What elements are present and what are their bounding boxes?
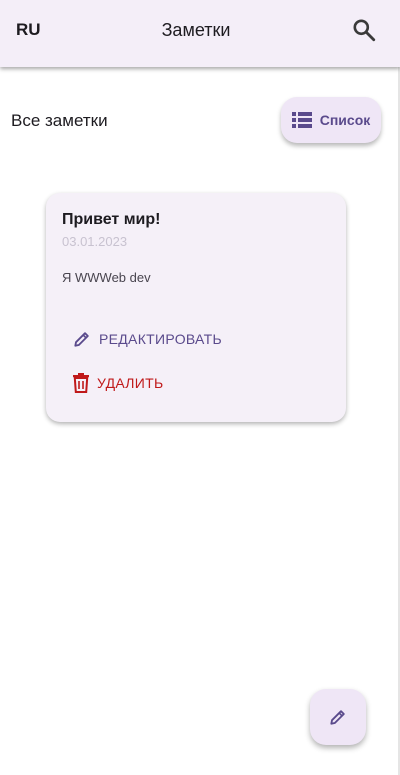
page-title: Заметки	[161, 20, 231, 40]
edit-note-button[interactable]: РЕДАКТИРОВАТЬ	[72, 329, 222, 349]
section-title: Все заметки	[11, 111, 108, 130]
list-icon	[291, 112, 312, 128]
search-button[interactable]	[348, 14, 380, 46]
note-date: 03.01.2023	[62, 234, 128, 249]
app-bar: RU Заметки	[0, 0, 400, 67]
app-screen: RU Заметки Все заметки Список Привет мир…	[0, 0, 400, 775]
note-title: Привет мир!	[62, 211, 161, 228]
delete-note-label: УДАЛИТЬ	[97, 375, 164, 391]
edit-note-label: РЕДАКТИРОВАТЬ	[99, 331, 222, 347]
pencil-icon	[330, 710, 345, 725]
delete-note-button[interactable]: УДАЛИТЬ	[72, 373, 163, 393]
new-note-fab[interactable]	[310, 689, 366, 745]
note-body: Я WWWeb dev	[62, 270, 151, 285]
search-icon	[353, 19, 376, 42]
trash-icon	[73, 373, 89, 393]
note-card: Привет мир! 03.01.2023 Я WWWeb dev РЕДАК…	[46, 193, 346, 422]
view-toggle-label: Список	[319, 112, 371, 128]
pencil-icon	[74, 332, 89, 347]
view-toggle-button[interactable]: Список	[281, 97, 381, 143]
